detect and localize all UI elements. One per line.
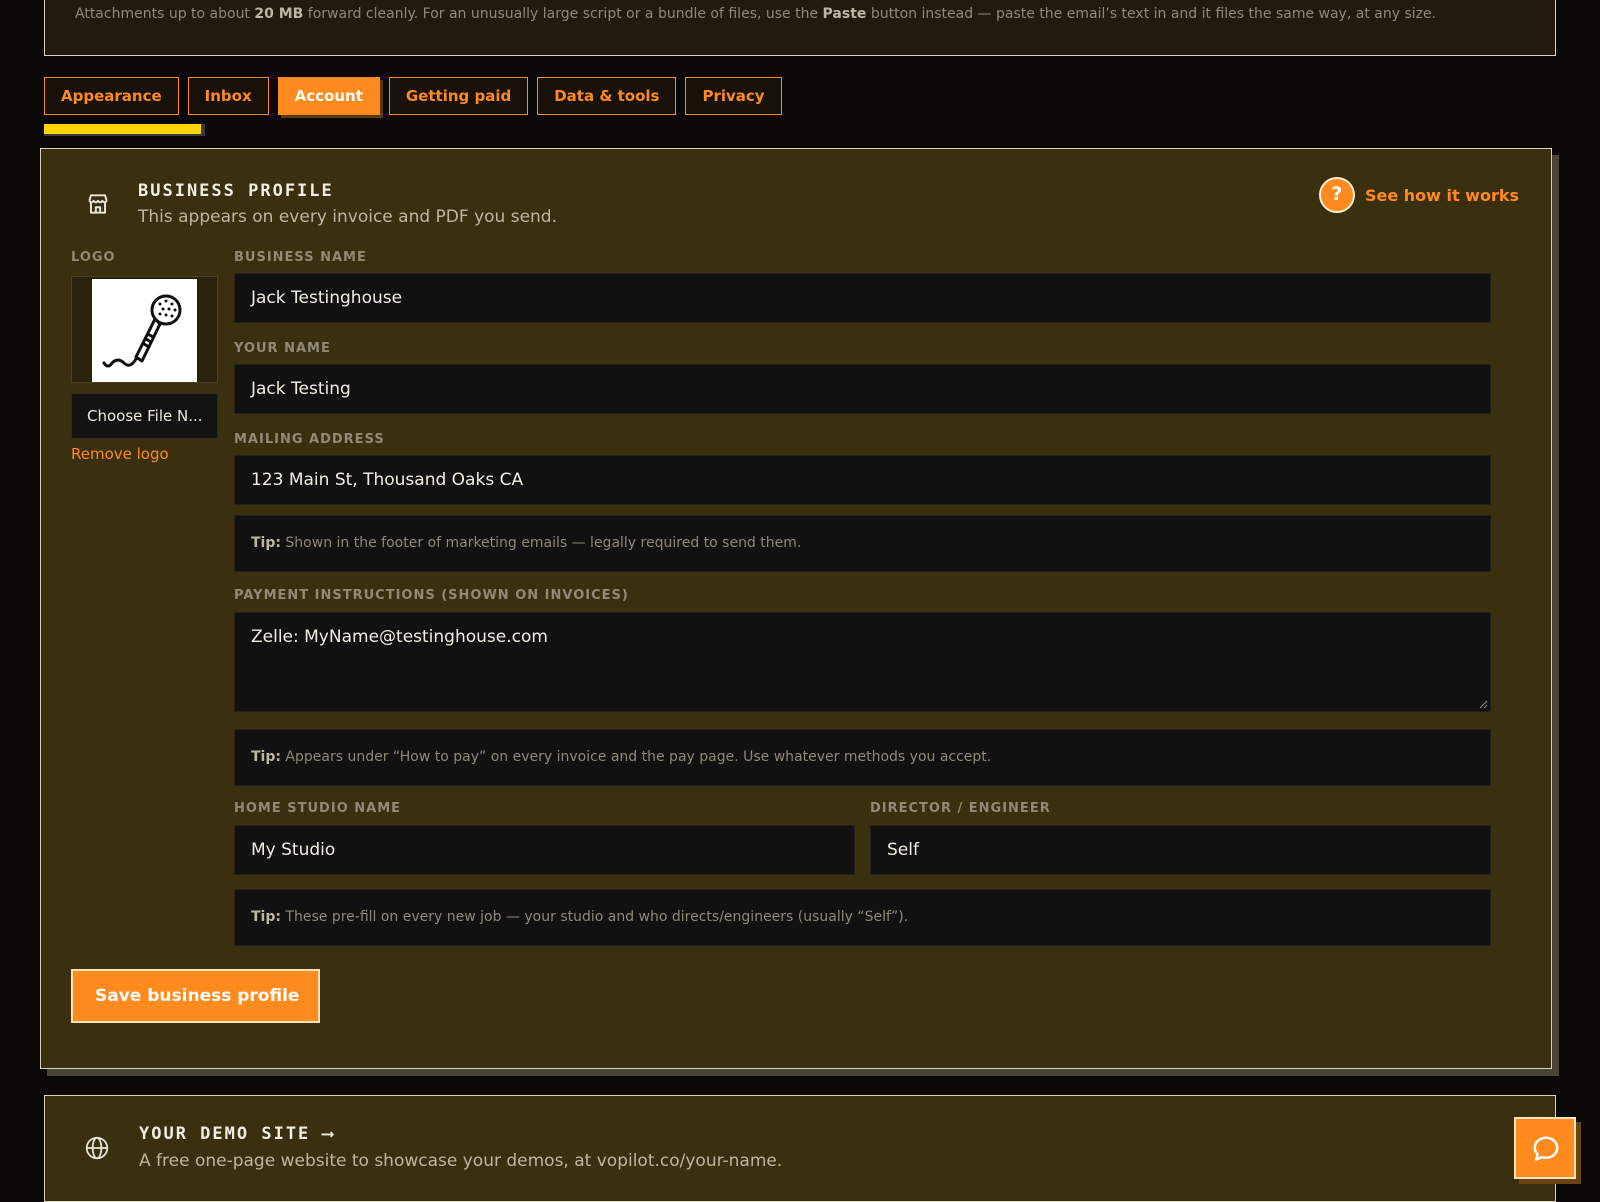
business-profile-card: BUSINESS PROFILE This appears on every i… (40, 148, 1552, 1069)
see-how-it-works-link[interactable]: ? See how it works (1318, 177, 1519, 213)
arrow-right-icon: ⟶ (322, 1124, 335, 1144)
settings-tabs: Appearance Inbox Account Getting paid Da… (44, 77, 782, 115)
logo-label: LOGO (71, 250, 116, 265)
tab-indicator (44, 124, 205, 136)
payment-instructions-label: PAYMENT INSTRUCTIONS (SHOWN ON INVOICES) (234, 588, 629, 603)
choose-file-button[interactable]: Choose File N... (71, 393, 218, 439)
payment-tip: Tip: Appears under “How to pay” on every… (234, 729, 1491, 786)
mailing-address-label: MAILING ADDRESS (234, 432, 385, 447)
chat-bubble-icon (1533, 1136, 1559, 1161)
notice-text: button instead — paste the email’s text … (866, 6, 1437, 22)
card-subtitle: This appears on every invoice and PDF yo… (138, 207, 558, 227)
tip-prefix: Tip: (251, 909, 281, 925)
payment-instructions-textarea[interactable]: Zelle: MyName@testinghouse.com (234, 612, 1491, 712)
card-title: BUSINESS PROFILE (138, 181, 334, 201)
business-name-label: BUSINESS NAME (234, 250, 367, 265)
mailing-address-input[interactable]: 123 Main St, Thousand Oaks CA (234, 455, 1491, 505)
microphone-icon (102, 294, 182, 368)
globe-icon (85, 1136, 109, 1160)
chat-button[interactable] (1514, 1117, 1576, 1179)
question-icon: ? (1318, 177, 1355, 213)
save-business-profile-button[interactable]: Save business profile (71, 969, 320, 1023)
studio-tip: Tip: These pre-fill on every new job — y… (234, 889, 1491, 946)
home-studio-label: HOME STUDIO NAME (234, 801, 402, 816)
your-name-input[interactable]: Jack Testing (234, 364, 1491, 414)
notice-text: forward cleanly. For an unusually large … (303, 6, 823, 22)
tab-getting-paid[interactable]: Getting paid (388, 77, 529, 115)
remove-logo-link[interactable]: Remove logo (71, 445, 169, 463)
demo-site-title: YOUR DEMO SITE ⟶ (139, 1124, 335, 1144)
storefront-icon (88, 194, 108, 214)
demo-site-subtitle: A free one-page website to showcase your… (139, 1151, 783, 1171)
tip-prefix: Tip: (251, 535, 281, 551)
notice-text: Attachments up to about (75, 6, 255, 22)
director-engineer-label: DIRECTOR / ENGINEER (870, 801, 1051, 816)
home-studio-input[interactable]: My Studio (234, 825, 855, 875)
tab-account[interactable]: Account (277, 77, 380, 115)
demo-site-card[interactable]: YOUR DEMO SITE ⟶ A free one-page website… (44, 1095, 1556, 1202)
address-tip: Tip: Shown in the footer of marketing em… (234, 515, 1491, 572)
tab-inbox[interactable]: Inbox (187, 77, 269, 115)
notice-size: 20 MB (254, 6, 304, 22)
tip-text: Appears under “How to pay” on every invo… (285, 749, 992, 765)
tab-data-tools[interactable]: Data & tools (537, 77, 677, 115)
payment-instructions-value: Zelle: MyName@testinghouse.com (251, 627, 548, 647)
logo-preview (71, 276, 218, 383)
attachment-notice: Attachments up to about 20 MB forward cl… (44, 0, 1556, 56)
tip-text: Shown in the footer of marketing emails … (285, 535, 802, 551)
business-name-input[interactable]: Jack Testinghouse (234, 273, 1491, 323)
tab-appearance[interactable]: Appearance (44, 77, 179, 115)
director-engineer-input[interactable]: Self (870, 825, 1491, 875)
notice-paste-word: Paste (822, 6, 867, 22)
your-name-label: YOUR NAME (234, 341, 331, 356)
demo-site-title-text: YOUR DEMO SITE (139, 1124, 311, 1144)
tip-text: These pre-fill on every new job — your s… (285, 909, 909, 925)
tip-prefix: Tip: (251, 749, 281, 765)
tab-privacy[interactable]: Privacy (685, 77, 782, 115)
logo-image (92, 279, 197, 382)
resize-handle-icon[interactable] (1478, 699, 1488, 709)
see-how-it-works-label: See how it works (1364, 185, 1519, 205)
